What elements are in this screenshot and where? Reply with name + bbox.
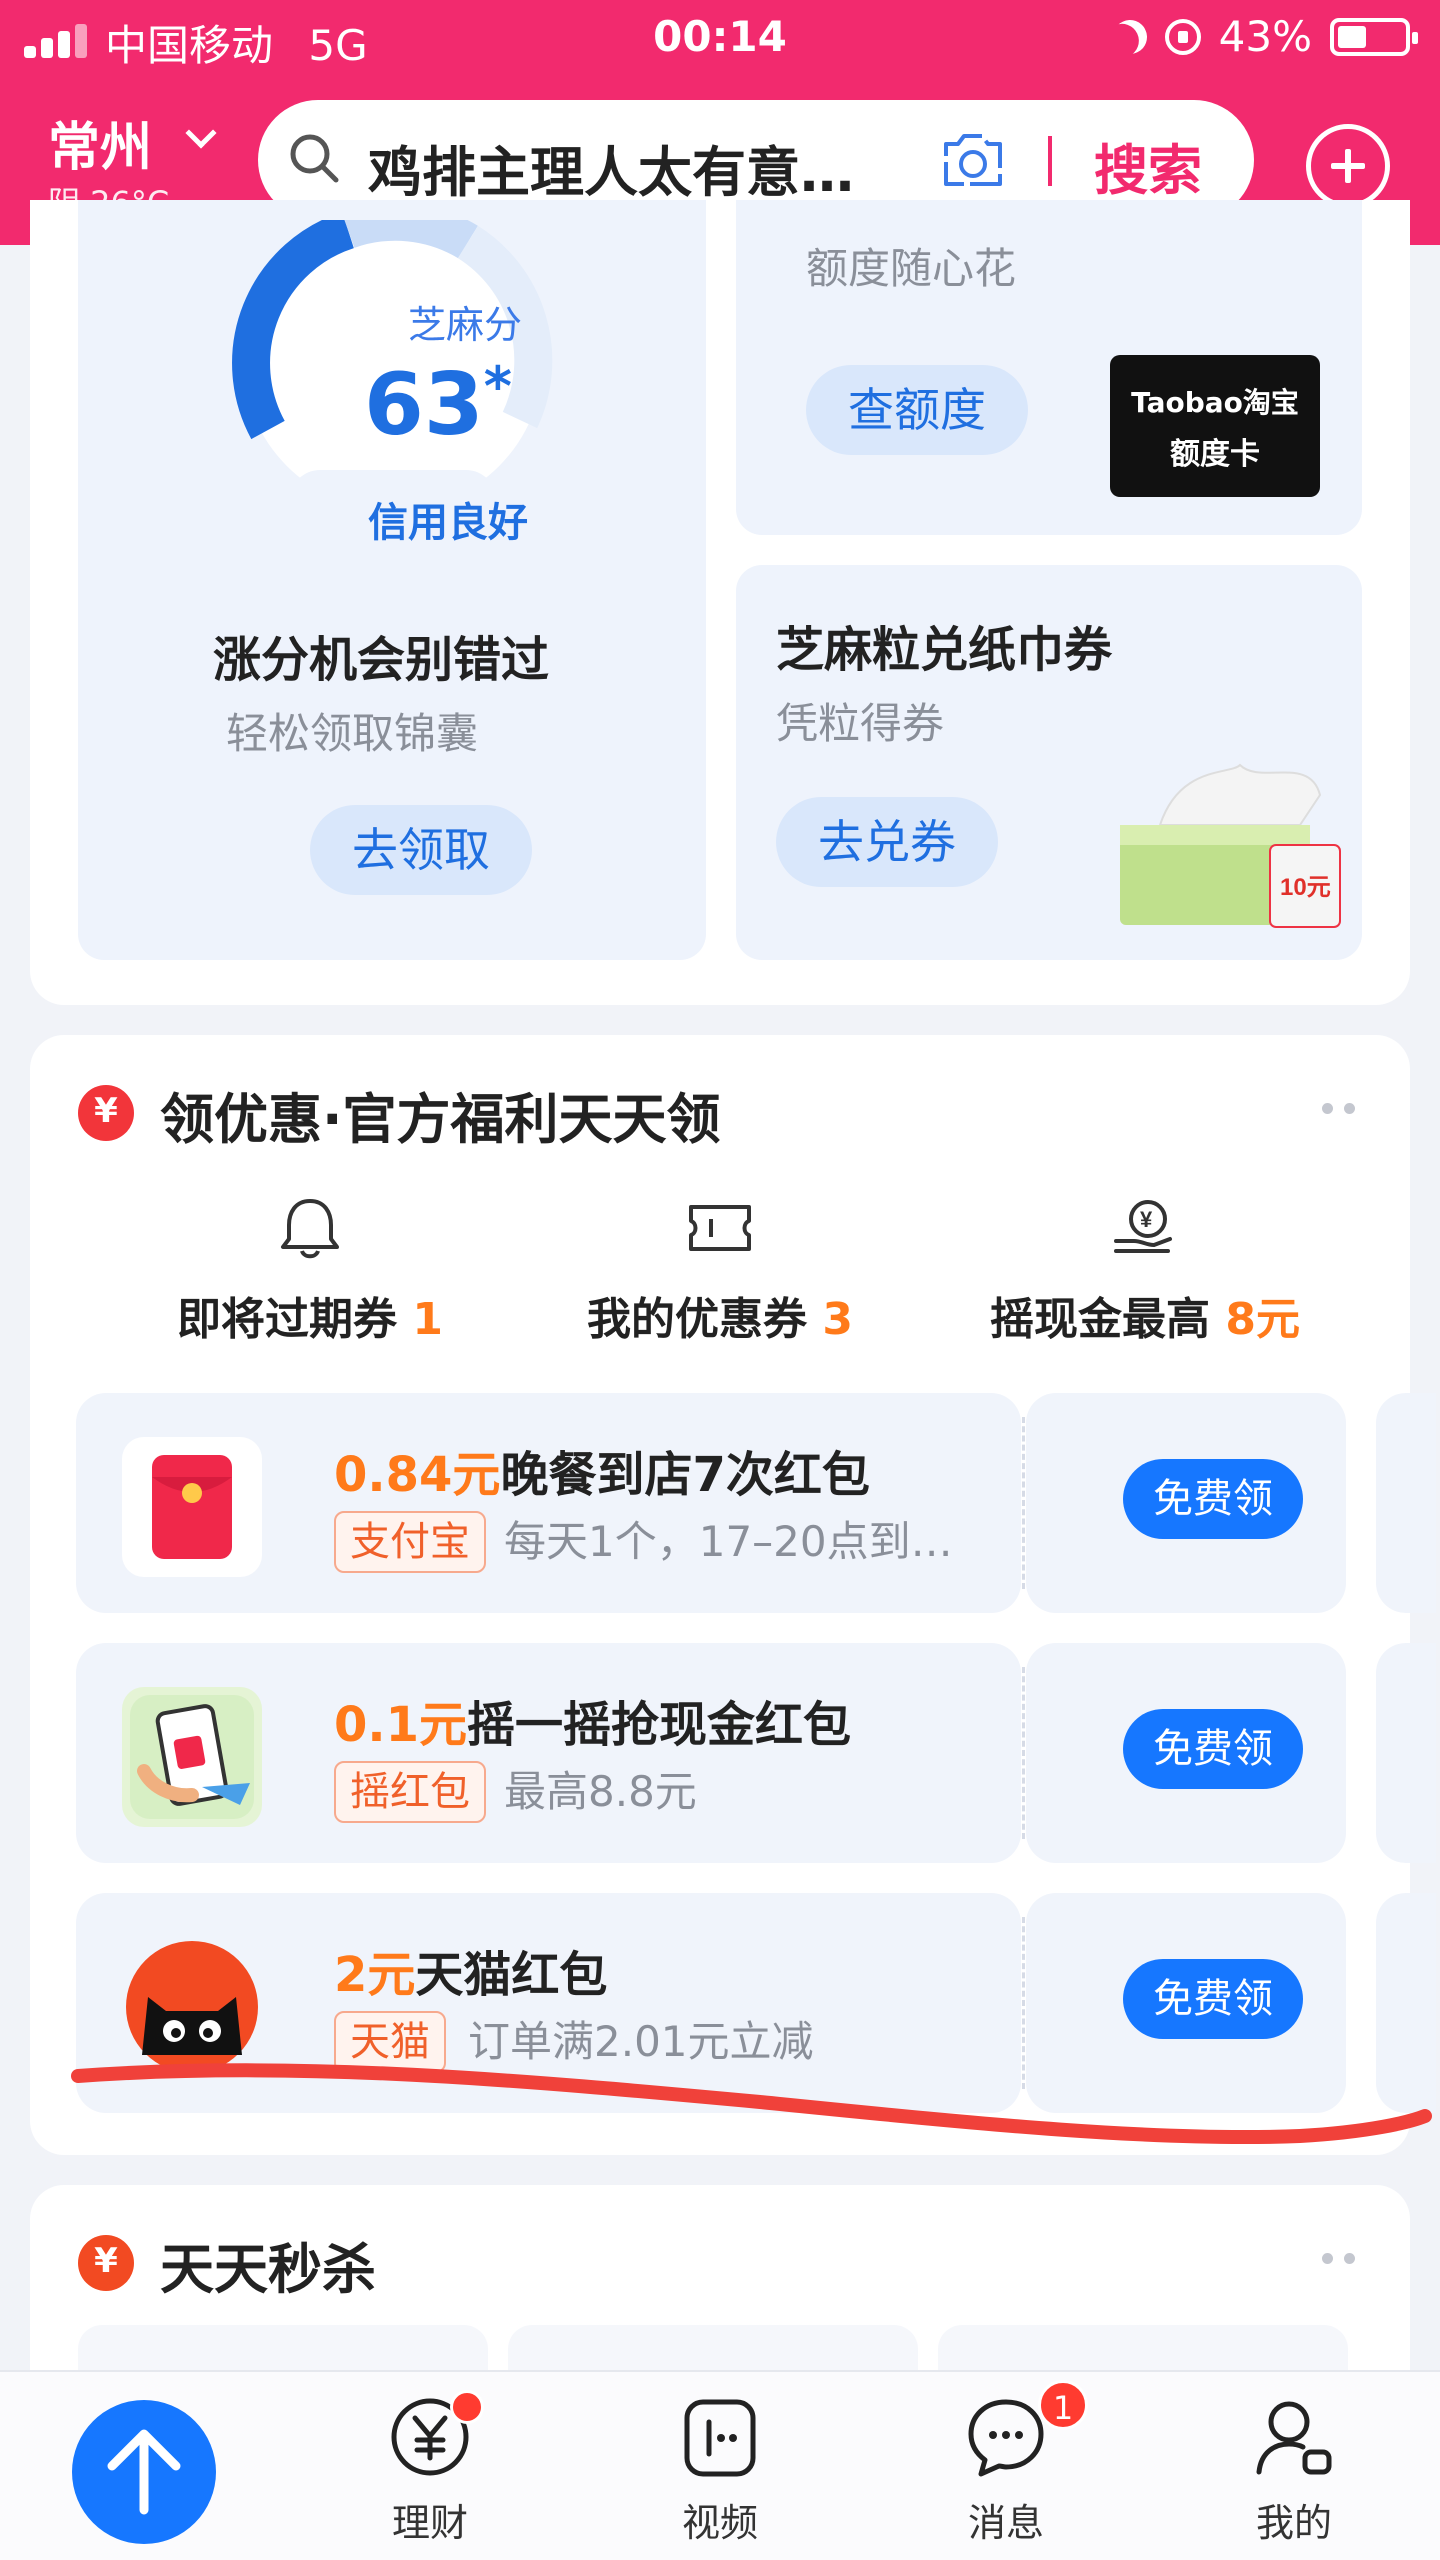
quick-label-text: 即将过期券	[177, 1294, 398, 1345]
coupon-divider	[1022, 1667, 1025, 1839]
red-packet-icon	[152, 1455, 232, 1559]
bottom-tab-bar: 理财 视频 消息 1 我的	[0, 2370, 1440, 2560]
coupon-amount: 0.1元	[334, 1697, 468, 1753]
coupon-section-icon	[78, 1085, 134, 1141]
coupon-name: 天猫红包	[415, 1947, 608, 2003]
camera-icon[interactable]	[938, 130, 1008, 190]
cash-hand-icon: ¥	[1114, 1200, 1172, 1253]
svg-text:¥: ¥	[1140, 1207, 1153, 1232]
tissue-tile-subtitle: 凭粒得券	[776, 699, 945, 748]
tissue-price-label: 10元	[1280, 874, 1331, 901]
redeem-voucher-button[interactable]: 去兑券	[776, 797, 998, 887]
coupon-peek	[1376, 1643, 1436, 1863]
expiring-coupons-label: 即将过期券 1	[95, 1283, 525, 1347]
coupon-title: 0.84元晚餐到店7次红包	[334, 1435, 870, 1505]
city-selector[interactable]: 常州	[48, 105, 152, 180]
coupon-section-title: 领优惠·官方福利天天领	[160, 1088, 721, 1151]
quick-label-text: 摇现金最高	[990, 1294, 1211, 1345]
coupon-name: 晚餐到店7次红包	[500, 1447, 870, 1503]
claim-free-button[interactable]: 免费领	[1123, 1459, 1303, 1539]
tissue-tile-title: 芝麻粒兑纸巾券	[776, 622, 1113, 678]
claim-free-button[interactable]: 免费领	[1123, 1959, 1303, 2039]
claim-free-button[interactable]: 免费领	[1123, 1709, 1303, 1789]
tab-label: 消息	[967, 2501, 1044, 2545]
bell-icon	[281, 1199, 339, 1259]
shake-phone-thumb	[122, 1687, 262, 1827]
home-top-button[interactable]	[72, 2400, 216, 2544]
expiring-coupons-entry[interactable]: 即将过期券 1	[95, 1195, 525, 1347]
tab-wealth[interactable]: 理财	[350, 2392, 510, 2547]
coupon-description: 最高8.8元	[504, 1767, 697, 1816]
coupon-title: 0.1元摇一摇抢现金红包	[334, 1685, 851, 1755]
tissue-box-image: 10元	[1120, 763, 1341, 928]
notification-dot	[450, 2390, 484, 2424]
coupon-name: 摇一摇抢现金红包	[467, 1697, 852, 1753]
quick-count: 8元	[1225, 1294, 1300, 1345]
shake-cash-label: 摇现金最高 8元	[930, 1283, 1360, 1347]
coupon-source-tag: 摇红包	[334, 1761, 486, 1823]
more-dots-icon[interactable]	[1322, 2253, 1362, 2265]
shake-phone-icon	[130, 1695, 254, 1819]
status-bar: 中国移动 5G 00:14 43%	[0, 0, 1440, 80]
rotation-lock-icon	[1164, 18, 1201, 55]
red-underline-annotation	[71, 2063, 1432, 2145]
battery-percent: 43%	[1218, 12, 1312, 61]
my-coupons-label: 我的优惠券 3	[505, 1283, 935, 1347]
coupon-item[interactable]: 0.84元晚餐到店7次红包 支付宝 每天1个，17–20点到… 免费领	[76, 1393, 1436, 1613]
credit-score-tile[interactable]: 芝麻分 63* 信用良好 涨分机会别错过 轻松领取锦囊 去领取	[78, 200, 706, 960]
battery-icon	[1330, 17, 1418, 56]
red-packet-thumb	[122, 1437, 262, 1577]
left-tile-subtitle: 轻松领取锦囊	[226, 709, 479, 758]
coupon-amount: 0.84元	[334, 1447, 501, 1503]
moon-icon	[1107, 14, 1152, 59]
add-button[interactable]	[1306, 124, 1390, 208]
tab-label: 理财	[391, 2501, 468, 2545]
tab-mine[interactable]: 我的	[1214, 2392, 1374, 2547]
seckill-section-icon	[78, 2235, 134, 2291]
credit-score: 63*	[364, 355, 512, 455]
search-icon	[290, 134, 339, 183]
tab-video[interactable]: 视频	[640, 2392, 800, 2547]
coupon-section: 领优惠·官方福利天天领 即将过期券 1 我的优惠券 3 ¥ 摇现金最高	[30, 1035, 1436, 2155]
credit-score-mark: *	[483, 355, 512, 418]
credit-score-number: 63	[364, 355, 484, 455]
taobao-limit-card-image: Taobao淘宝 额度卡	[1110, 355, 1320, 497]
credit-card: 芝麻分 63* 信用良好 涨分机会别错过 轻松领取锦囊 去领取 额度随心花 查额…	[30, 200, 1410, 1005]
coupon-source-tag: 支付宝	[334, 1511, 486, 1573]
chevron-down-icon[interactable]	[185, 117, 217, 149]
arrow-up-icon	[107, 2429, 181, 2515]
message-badge: 1	[1038, 2380, 1088, 2430]
coupon-divider	[1022, 1417, 1025, 1589]
coupon-title: 2元天猫红包	[334, 1935, 607, 2005]
taobao-card-brand: Taobao淘宝	[1131, 386, 1299, 419]
status-right: 43%	[1113, 12, 1418, 61]
more-dots-icon[interactable]	[1322, 1103, 1362, 1115]
left-tile-title: 涨分机会别错过	[213, 632, 550, 688]
quick-count: 3	[822, 1294, 853, 1345]
coupon-peek	[1376, 1393, 1436, 1613]
coupon-amount: 2元	[334, 1947, 416, 2003]
quick-count: 1	[412, 1294, 443, 1345]
video-icon	[684, 2399, 756, 2477]
coupon-item[interactable]: 0.1元摇一摇抢现金红包 摇红包 最高8.8元 免费领	[76, 1643, 1436, 1863]
quick-label-text: 我的优惠券	[587, 1294, 808, 1345]
taobao-card-label: 额度卡	[1170, 437, 1260, 472]
profile-icon	[1256, 2401, 1332, 2475]
my-coupons-entry[interactable]: 我的优惠券 3	[505, 1195, 935, 1347]
coupon-description: 每天1个，17–20点到…	[504, 1517, 953, 1566]
check-limit-button[interactable]: 查额度	[806, 365, 1028, 455]
tab-label: 视频	[681, 2501, 758, 2545]
limit-subtitle: 额度随心花	[806, 244, 1017, 293]
search-button[interactable]: 搜索	[1094, 126, 1202, 205]
tab-label: 我的	[1255, 2501, 1332, 2545]
credit-level: 信用良好	[368, 500, 528, 546]
seckill-section-title: 天天秒杀	[160, 2238, 376, 2301]
score-label: 芝麻分	[408, 303, 523, 347]
ticket-icon	[689, 1205, 751, 1251]
shake-cash-entry[interactable]: ¥ 摇现金最高 8元	[930, 1195, 1360, 1347]
claim-tips-button[interactable]: 去领取	[310, 805, 532, 895]
search-divider	[1048, 136, 1052, 186]
